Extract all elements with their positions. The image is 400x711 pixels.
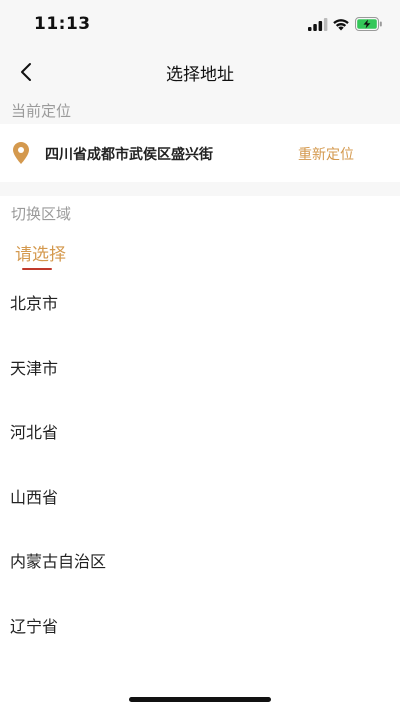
switch-region-label: 切换区域: [11, 205, 72, 223]
list-item[interactable]: 辽宁省: [0, 593, 400, 658]
cellular-signal-icon: [308, 18, 328, 31]
tab-please-select[interactable]: 请选择: [15, 240, 66, 265]
list-item[interactable]: 河北省: [0, 399, 400, 464]
province-name: 北京市: [10, 294, 59, 313]
province-name: 辽宁省: [10, 616, 59, 636]
current-location-row[interactable]: 四川省成都市武侯区盛兴街 重新定位: [0, 124, 400, 182]
status-bar: 11:13: [0, 0, 400, 50]
status-time: 11:13: [34, 14, 91, 34]
page-title: 选择地址: [166, 65, 234, 85]
current-location-header: 当前定位: [0, 94, 400, 124]
list-item[interactable]: 山西省: [0, 464, 400, 529]
list-item[interactable]: 内蒙古自治区: [0, 528, 400, 593]
battery-charging-icon: [355, 17, 382, 31]
relocate-button[interactable]: 重新定位: [298, 144, 354, 164]
location-pin-icon: [13, 142, 29, 164]
nav-bar: 选择地址: [0, 50, 400, 94]
province-name: 内蒙古自治区: [10, 552, 107, 572]
province-name: 天津市: [10, 358, 59, 378]
wifi-icon: [333, 19, 349, 31]
list-item[interactable]: 天津市: [0, 335, 400, 400]
current-address: 四川省成都市武侯区盛兴街: [45, 147, 213, 163]
province-name: 河北省: [10, 423, 59, 443]
province-list: 北京市 天津市 河北省 山西省 内蒙古自治区 辽宁省: [0, 270, 400, 658]
section-divider: [0, 182, 400, 196]
current-location-label: 当前定位: [11, 102, 72, 120]
home-indicator: [129, 697, 271, 702]
list-item[interactable]: 北京市: [0, 270, 400, 335]
province-name: 山西省: [10, 487, 59, 507]
